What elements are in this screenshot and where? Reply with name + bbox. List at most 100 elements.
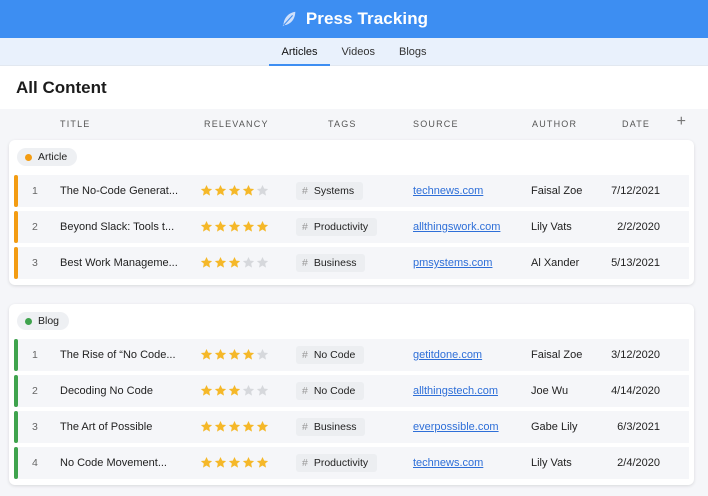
- star-icon[interactable]: [214, 348, 227, 361]
- star-icon[interactable]: [256, 220, 269, 233]
- star-icon[interactable]: [256, 348, 269, 361]
- nav-tabs: Articles Videos Blogs: [0, 38, 708, 66]
- star-icon[interactable]: [214, 256, 227, 269]
- star-icon[interactable]: [228, 456, 241, 469]
- column-header-row: TITLE RELEVANCY TAGS SOURCE AUTHOR DATE …: [0, 109, 708, 139]
- star-icon[interactable]: [214, 420, 227, 433]
- tag-chip[interactable]: # No Code: [296, 346, 365, 364]
- table-row[interactable]: 3 The Art of Possible # Business everpossibl…: [14, 411, 689, 443]
- source-link[interactable]: pmsystems.com: [413, 247, 523, 279]
- row-color-bar: [14, 411, 18, 443]
- table-row[interactable]: 1 The No-Code Generat... # Systems technews.…: [14, 175, 689, 207]
- star-icon[interactable]: [242, 456, 255, 469]
- star-icon[interactable]: [214, 384, 227, 397]
- hash-icon: #: [302, 421, 308, 433]
- star-icon[interactable]: [256, 384, 269, 397]
- row-number: 4: [32, 457, 38, 469]
- tag-chip[interactable]: # Productivity: [296, 454, 378, 472]
- tab-blogs[interactable]: Blogs: [387, 38, 439, 65]
- star-icon[interactable]: [200, 256, 213, 269]
- tag-label: Business: [313, 421, 357, 433]
- row-color-bar: [14, 339, 18, 371]
- row-title: Decoding No Code: [60, 385, 153, 397]
- star-icon[interactable]: [228, 184, 241, 197]
- group-1: Blog 1 The Rise of “No Code... # No Code geti…: [9, 304, 694, 485]
- star-icon[interactable]: [256, 456, 269, 469]
- star-icon[interactable]: [200, 184, 213, 197]
- tag-chip[interactable]: # Business: [296, 418, 366, 436]
- star-icon[interactable]: [200, 420, 213, 433]
- star-icon[interactable]: [200, 220, 213, 233]
- star-icon[interactable]: [228, 348, 241, 361]
- star-icon[interactable]: [242, 420, 255, 433]
- star-icon[interactable]: [256, 256, 269, 269]
- star-icon[interactable]: [214, 220, 227, 233]
- column-header-author[interactable]: AUTHOR: [532, 119, 577, 129]
- star-icon[interactable]: [242, 348, 255, 361]
- star-icon[interactable]: [242, 256, 255, 269]
- group-label-chip[interactable]: Blog: [17, 312, 70, 330]
- hash-icon: #: [302, 257, 308, 269]
- tag-chip[interactable]: # No Code: [296, 382, 365, 400]
- star-icon[interactable]: [242, 184, 255, 197]
- row-number: 1: [32, 185, 38, 197]
- star-icon[interactable]: [228, 220, 241, 233]
- source-link[interactable]: getitdone.com: [413, 339, 523, 371]
- column-header-relevancy[interactable]: RELEVANCY: [204, 119, 269, 129]
- row-number: 3: [32, 421, 38, 433]
- tag-label: Business: [313, 257, 357, 269]
- star-icon[interactable]: [228, 420, 241, 433]
- row-color-bar: [14, 375, 18, 407]
- row-color-bar: [14, 247, 18, 279]
- column-header-tags[interactable]: TAGS: [328, 119, 357, 129]
- source-link[interactable]: allthingswork.com: [413, 211, 523, 243]
- relevancy-rating[interactable]: [200, 184, 269, 198]
- source-link[interactable]: technews.com: [413, 447, 523, 479]
- group-label-chip[interactable]: Article: [17, 148, 78, 166]
- row-title: Beyond Slack: Tools t...: [60, 221, 175, 233]
- relevancy-rating[interactable]: [200, 420, 269, 434]
- table-row[interactable]: 4 No Code Movement... # Productivity technew…: [14, 447, 689, 479]
- table-row[interactable]: 1 The Rise of “No Code... # No Code getitdon…: [14, 339, 689, 371]
- feather-icon: [282, 11, 296, 27]
- hash-icon: #: [302, 457, 308, 469]
- row-date: 2/2/2020: [617, 221, 660, 233]
- tab-articles[interactable]: Articles: [269, 38, 330, 66]
- star-icon[interactable]: [214, 456, 227, 469]
- star-icon[interactable]: [200, 384, 213, 397]
- star-icon[interactable]: [242, 384, 255, 397]
- star-icon[interactable]: [228, 256, 241, 269]
- column-header-title[interactable]: TITLE: [60, 119, 91, 129]
- tag-label: Systems: [313, 185, 355, 197]
- group-color-dot: [25, 153, 32, 161]
- star-icon[interactable]: [200, 456, 213, 469]
- source-link[interactable]: technews.com: [413, 175, 523, 207]
- row-date: 3/12/2020: [611, 349, 660, 361]
- star-icon[interactable]: [242, 220, 255, 233]
- row-color-bar: [14, 211, 18, 243]
- table-row[interactable]: 2 Decoding No Code # No Code allthingstech.c…: [14, 375, 689, 407]
- plus-icon[interactable]: +: [677, 114, 686, 130]
- tag-label: No Code: [313, 349, 356, 361]
- relevancy-rating[interactable]: [200, 384, 269, 398]
- tag-chip[interactable]: # Business: [296, 254, 366, 272]
- relevancy-rating[interactable]: [200, 348, 269, 362]
- star-icon[interactable]: [256, 184, 269, 197]
- source-link[interactable]: allthingstech.com: [413, 375, 523, 407]
- star-icon[interactable]: [256, 420, 269, 433]
- column-header-source[interactable]: SOURCE: [413, 119, 459, 129]
- source-link[interactable]: everpossible.com: [413, 411, 523, 443]
- hash-icon: #: [302, 385, 308, 397]
- relevancy-rating[interactable]: [200, 256, 269, 270]
- table-row[interactable]: 2 Beyond Slack: Tools t... # Productivity al…: [14, 211, 689, 243]
- table-row[interactable]: 3 Best Work Manageme... # Business pmsystems…: [14, 247, 689, 279]
- relevancy-rating[interactable]: [200, 220, 269, 234]
- star-icon[interactable]: [228, 384, 241, 397]
- tab-videos[interactable]: Videos: [330, 38, 387, 65]
- column-header-date[interactable]: DATE: [622, 119, 650, 129]
- relevancy-rating[interactable]: [200, 456, 269, 470]
- tag-chip[interactable]: # Productivity: [296, 218, 378, 236]
- tag-chip[interactable]: # Systems: [296, 182, 364, 200]
- star-icon[interactable]: [200, 348, 213, 361]
- star-icon[interactable]: [214, 184, 227, 197]
